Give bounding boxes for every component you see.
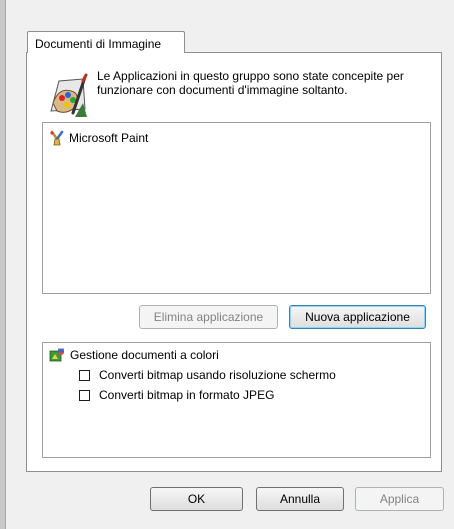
option-bitmap-screen-resolution[interactable]: Converti bitmap usando risoluzione scher… bbox=[79, 368, 336, 382]
option-bitmap-jpeg[interactable]: Converti bitmap in formato JPEG bbox=[79, 388, 274, 402]
group-description: Le Applicazioni in questo gruppo sono st… bbox=[97, 69, 404, 97]
image-documents-icon bbox=[50, 73, 88, 117]
tab-label: Documenti di Immagine bbox=[35, 37, 162, 51]
remove-application-button[interactable]: Elimina applicazione bbox=[139, 305, 278, 329]
cancel-button[interactable]: Annulla bbox=[256, 487, 344, 511]
color-management-title: Gestione documenti a colori bbox=[70, 348, 219, 362]
option-label: Converti bitmap in formato JPEG bbox=[99, 388, 275, 402]
tab-documenti-di-immagine[interactable]: Documenti di Immagine bbox=[27, 31, 185, 53]
new-application-button[interactable]: Nuova applicazione bbox=[289, 305, 426, 329]
list-item-label: Microsoft Paint bbox=[69, 131, 149, 145]
paint-icon bbox=[50, 130, 64, 146]
checkbox[interactable] bbox=[79, 369, 90, 381]
list-item-microsoft-paint[interactable]: Microsoft Paint bbox=[49, 129, 148, 147]
color-document-icon bbox=[49, 348, 64, 362]
apply-button[interactable]: Applica bbox=[355, 487, 444, 511]
color-management-panel: Gestione documenti a colori Converti bit… bbox=[42, 342, 431, 458]
checkbox[interactable] bbox=[79, 389, 90, 401]
color-management-heading: Gestione documenti a colori bbox=[49, 348, 219, 362]
ok-button[interactable]: OK bbox=[150, 487, 243, 511]
window-frame-left bbox=[0, 0, 6, 529]
application-list[interactable]: Microsoft Paint bbox=[42, 122, 431, 294]
option-label: Converti bitmap usando risoluzione scher… bbox=[99, 368, 336, 382]
